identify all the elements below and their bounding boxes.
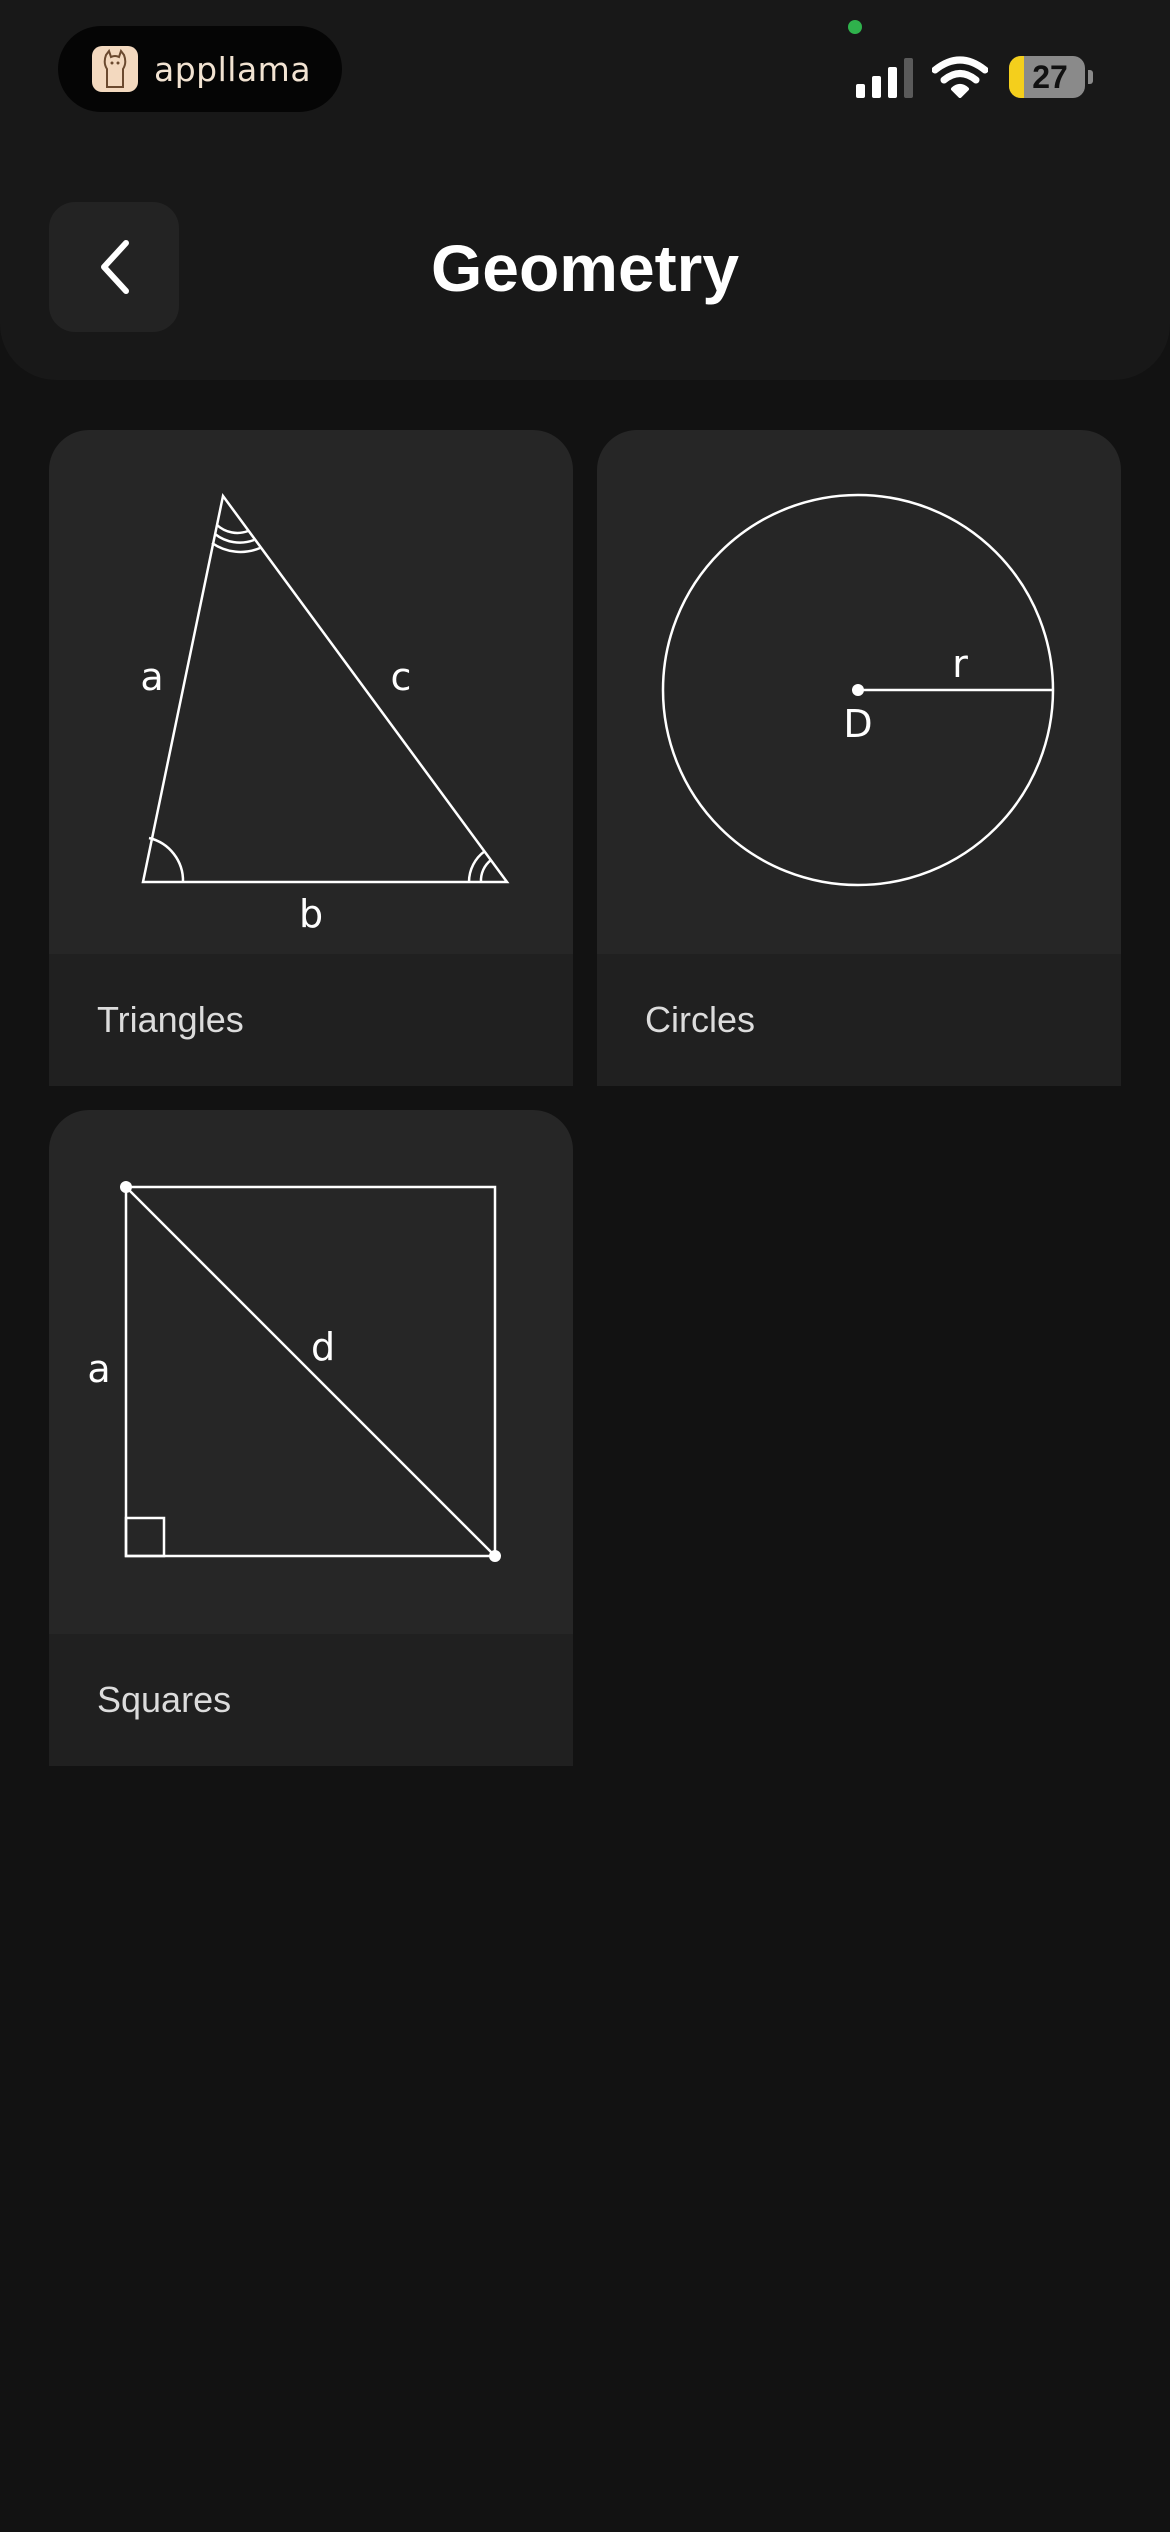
card-footer: Triangles — [49, 954, 573, 1086]
radius-label: r — [952, 642, 968, 686]
angle-arc-left — [148, 836, 185, 883]
corner-point-bottom-right — [489, 1550, 501, 1562]
diagonal-line — [125, 1186, 496, 1557]
card-label: Circles — [645, 999, 756, 1040]
card-circles[interactable]: D r Circles — [597, 430, 1121, 1086]
app-indicator-pill[interactable]: appllama — [58, 26, 342, 112]
page-title: Geometry — [430, 230, 740, 305]
corner-point-top-left — [120, 1181, 132, 1193]
center-point — [852, 684, 864, 696]
right-angle-marker — [124, 1516, 166, 1558]
battery-icon: 27 — [1009, 56, 1085, 98]
angle-arc-right-2 — [479, 859, 492, 883]
card-squares[interactable]: a d Squares — [49, 1110, 573, 1766]
angle-arc-top-2 — [214, 532, 255, 544]
side-label-c: c — [391, 655, 412, 699]
battery-tip — [1088, 70, 1093, 84]
side-label-a: a — [87, 1347, 110, 1391]
side-label-a: a — [140, 655, 163, 699]
angle-arc-right-1 — [467, 849, 486, 883]
triangle-illustration: a b c — [140, 493, 510, 936]
app-name: appllama — [154, 49, 312, 89]
square-illustration: a d — [87, 1181, 501, 1562]
circle-illustration: D r — [661, 493, 1055, 887]
wifi-icon — [932, 56, 988, 98]
battery-level: 27 — [1032, 58, 1068, 95]
angle-arc-top-3 — [211, 541, 261, 554]
card-label: Squares — [97, 1679, 232, 1720]
camera-indicator-dot — [848, 20, 862, 34]
triangle-shape — [141, 493, 510, 884]
cellular-signal-icon — [856, 58, 913, 98]
card-footer: Squares — [49, 1634, 573, 1766]
center-label: D — [843, 702, 872, 746]
card-label: Triangles — [97, 999, 244, 1040]
status-bar: appllama 27 — [0, 0, 1170, 140]
card-footer: Circles — [597, 954, 1121, 1086]
diagonal-label: d — [311, 1325, 335, 1369]
angle-arc-top-1 — [216, 524, 249, 535]
side-label-b: b — [299, 892, 323, 936]
card-triangles[interactable]: a b c Triangles — [49, 430, 573, 1086]
header: Geometry — [0, 140, 1170, 380]
llama-logo-icon — [92, 46, 138, 92]
